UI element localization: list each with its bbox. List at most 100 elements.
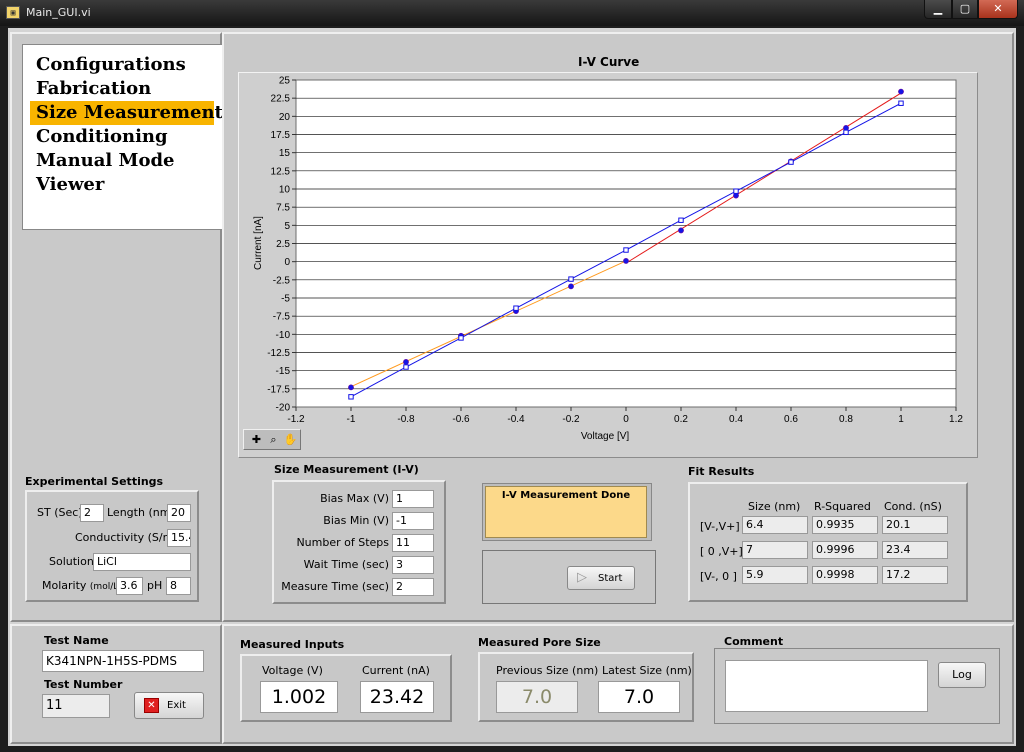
x-tick-label: -0.6: [452, 414, 470, 425]
test-panel: Test Name K341NPN-1H5S-PDMS Test Number …: [10, 624, 222, 744]
comment-group: Log: [714, 648, 1000, 724]
data-point-fit: [568, 276, 574, 282]
labview-icon: ▣: [6, 6, 20, 19]
bias-min-field[interactable]: -1: [392, 512, 434, 530]
fit-cond-cell: 23.4: [882, 541, 948, 559]
measure-time-field[interactable]: 2: [392, 578, 434, 596]
x-tick-label: 0.8: [839, 414, 853, 425]
nav-item-conditioning[interactable]: Conditioning: [23, 125, 223, 149]
fit-r-squared-cell: 0.9998: [812, 566, 878, 584]
y-tick-label: -2.5: [273, 275, 291, 286]
voltage-label: Voltage (V): [262, 664, 323, 677]
test-name-field[interactable]: K341NPN-1H5S-PDMS: [42, 650, 204, 672]
x-tick-label: 0.4: [729, 414, 743, 425]
fit-row-label: [V-, 0 ]: [700, 570, 737, 583]
test-number-field: 11: [42, 694, 110, 718]
size-measurement-group: Bias Max (V) 1 Bias Min (V) -1 Number of…: [272, 480, 446, 604]
nav-item-size-measurement[interactable]: Size Measurement: [30, 101, 223, 125]
zoom-icon[interactable]: ⌕: [265, 432, 282, 449]
y-tick-label: 17.5: [271, 130, 291, 141]
iv-curve-chart: I-V Curve -20-17.5-15-12.5-10-7.5-5-2.50…: [253, 76, 963, 443]
data-point-measured: [898, 88, 904, 95]
y-tick-label: 25: [279, 76, 291, 87]
cursor-icon[interactable]: ✚: [248, 432, 265, 449]
comment-field[interactable]: [725, 660, 928, 712]
y-tick-label: 10: [279, 185, 291, 196]
wait-time-label: Wait Time (sec): [303, 558, 389, 571]
measured-inputs-title: Measured Inputs: [240, 638, 345, 651]
data-point-fit: [843, 129, 849, 136]
fit-r-squared-cell: 0.9935: [812, 516, 878, 534]
window-title: Main_GUI.vi: [26, 6, 91, 19]
nav-item-viewer[interactable]: Viewer: [23, 173, 223, 197]
fit-results-title: Fit Results: [688, 465, 755, 478]
previous-size-label: Previous Size (nm): [496, 664, 599, 677]
y-tick-label: -7.5: [273, 312, 291, 323]
molarity-field[interactable]: 3.6: [116, 577, 143, 595]
nav-item-manual-mode[interactable]: Manual Mode: [23, 149, 223, 173]
length-field[interactable]: 20: [167, 504, 191, 522]
y-tick-label: 5: [284, 221, 290, 232]
number-of-steps-field[interactable]: 11: [392, 534, 434, 552]
pan-icon[interactable]: ✋: [282, 432, 299, 449]
status-indicator-frame: I-V Measurement Done: [482, 483, 652, 541]
fit-cond-cell: 20.1: [882, 516, 948, 534]
y-tick-label: 15: [279, 148, 291, 159]
close-button[interactable]: ✕: [978, 0, 1018, 19]
y-tick-label: -20: [276, 403, 291, 414]
iv-graph[interactable]: I-V Curve -20-17.5-15-12.5-10-7.5-5-2.50…: [238, 72, 978, 458]
data-point-measured: [568, 283, 574, 290]
pore-size-title: Measured Pore Size: [478, 636, 601, 649]
x-tick-label: 0.6: [784, 414, 798, 425]
st-field[interactable]: 2: [80, 504, 104, 522]
data-point-measured: [623, 258, 629, 264]
x-tick-label: -1: [347, 414, 356, 425]
current-label: Current (nA): [362, 664, 430, 677]
data-point-fit: [898, 100, 904, 106]
voltage-display: 1.002: [260, 681, 338, 713]
start-button-label: Start: [598, 573, 623, 584]
ph-field[interactable]: 8: [166, 577, 191, 595]
fit-size-cell: 6.4: [742, 516, 808, 534]
y-tick-label: 22.5: [271, 94, 291, 105]
number-of-steps-label: Number of Steps: [296, 536, 389, 549]
solution-field[interactable]: LiCl: [93, 553, 191, 571]
solution-label: Solution: [49, 555, 94, 568]
fit-row-label: [ 0 ,V+]: [700, 545, 743, 558]
molarity-label: Molarity (mol/L): [42, 579, 122, 592]
nav-item-fabrication[interactable]: Fabrication: [23, 77, 223, 101]
bias-max-field[interactable]: 1: [392, 490, 434, 508]
start-button[interactable]: ▷ Start: [567, 566, 635, 590]
fit-header-conductance: Cond. (nS): [884, 500, 942, 513]
bias-min-label: Bias Min (V): [323, 514, 389, 527]
exit-button-label: Exit: [167, 700, 186, 711]
nav-list[interactable]: Configurations Fabrication Size Measurem…: [22, 44, 224, 230]
x-tick-label: 1.2: [949, 414, 963, 425]
maximize-button[interactable]: ▢: [952, 0, 978, 19]
previous-size-display: 7.0: [496, 681, 578, 713]
test-name-label: Test Name: [44, 634, 109, 647]
data-point-fit: [733, 188, 739, 194]
fit-size-cell: 5.9: [742, 566, 808, 584]
x-tick-label: 1: [898, 414, 904, 425]
minimize-button[interactable]: ▁: [924, 0, 952, 19]
main-window: Configurations Fabrication Size Measurem…: [8, 28, 1016, 746]
start-button-frame: ▷ Start: [482, 550, 656, 604]
x-tick-label: 0.2: [674, 414, 688, 425]
latest-size-display: 7.0: [598, 681, 680, 713]
y-tick-label: -12.5: [267, 348, 290, 359]
nav-item-configurations[interactable]: Configurations: [23, 53, 223, 77]
exit-button[interactable]: ✕ Exit: [134, 692, 204, 719]
log-button[interactable]: Log: [938, 662, 986, 688]
fit-header-r-squared: R-Squared: [814, 500, 871, 513]
fit-row-label: [V-,V+]: [700, 520, 740, 533]
data-point-fit: [513, 305, 519, 311]
y-tick-label: 0: [284, 257, 290, 268]
data-point-fit: [458, 335, 464, 341]
conductivity-field[interactable]: 15.4: [167, 529, 191, 547]
experimental-settings-title: Experimental Settings: [25, 475, 164, 488]
wait-time-field[interactable]: 3: [392, 556, 434, 574]
length-label: Length (nm): [107, 506, 175, 519]
ph-label: pH: [147, 579, 163, 592]
data-point-fit: [623, 247, 629, 253]
